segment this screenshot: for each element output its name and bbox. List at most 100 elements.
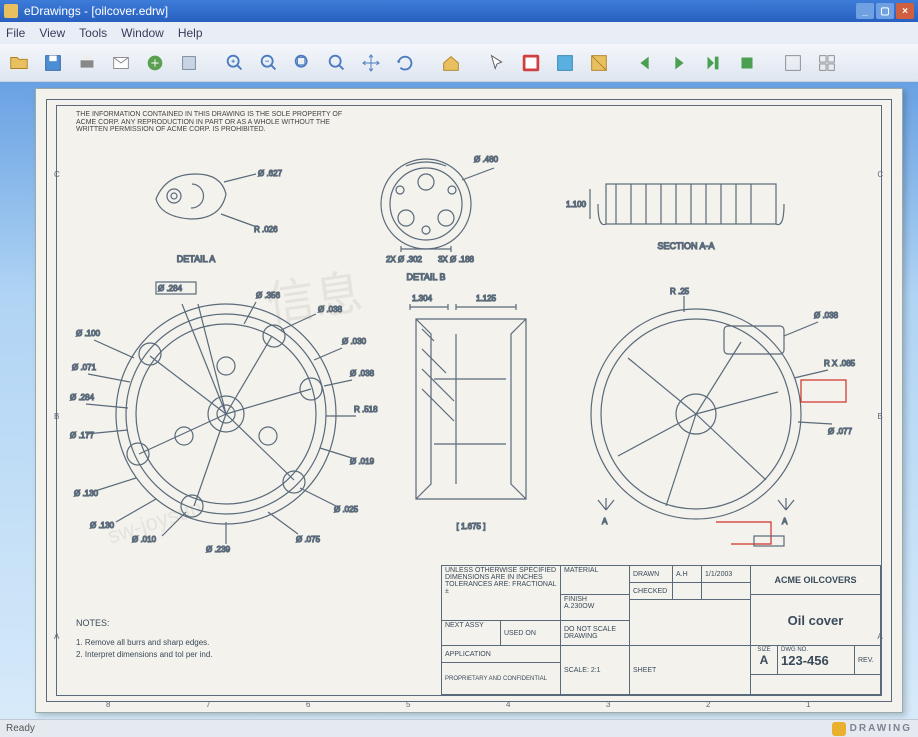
svg-text:R .25: R .25 (670, 287, 690, 296)
tb-dwgno: DWG NO. 123-456 (777, 645, 855, 675)
svg-text:Ø .177: Ø .177 (70, 431, 95, 440)
settings-icon[interactable] (174, 48, 204, 78)
disclaimer-l2: ACME CORP. ANY REPRODUCTION IN PART OR A… (76, 119, 342, 127)
view-side[interactable]: 1.304 1.125 [ 1.675 ] (386, 289, 556, 539)
pointer-icon[interactable] (482, 48, 512, 78)
minimize-button[interactable]: _ (856, 3, 874, 19)
save-icon[interactable] (38, 48, 68, 78)
svg-text:Ø .284: Ø .284 (70, 393, 95, 402)
tb-usedon: USED ON (500, 620, 561, 646)
svg-text:Ø .038: Ø .038 (814, 311, 839, 320)
layout-single-icon[interactable] (778, 48, 808, 78)
window-title: eDrawings - [oilcover.edrw] (24, 4, 168, 18)
menu-tools[interactable]: Tools (79, 26, 107, 40)
drawing-notes: NOTES: 1. Remove all burrs and sharp edg… (76, 618, 213, 662)
zoom-out-icon[interactable] (254, 48, 284, 78)
zoom-fit-icon[interactable] (288, 48, 318, 78)
tb-rev: REV. (854, 645, 881, 675)
svg-text:R .518: R .518 (354, 405, 378, 414)
status-ready: Ready (6, 723, 35, 734)
view-detail-b[interactable]: Ø .480 2X Ø .302 3X Ø .188 DETAIL B (346, 144, 516, 284)
disclaimer-l1: THE INFORMATION CONTAINED IN THIS DRAWIN… (76, 111, 342, 119)
tb-tol3: TOLERANCES ARE: FRACTIONAL ± (445, 581, 557, 595)
svg-text:1.304: 1.304 (412, 294, 433, 303)
workspace[interactable]: CBA CBA 876 543 21 THE INFORMATION CONTA… (0, 82, 918, 719)
drawing-sheet[interactable]: CBA CBA 876 543 21 THE INFORMATION CONTA… (35, 88, 903, 713)
window-controls: _ ▢ × (856, 3, 914, 19)
pan-icon[interactable] (356, 48, 386, 78)
tb-tol2: DIMENSIONS ARE IN INCHES (445, 574, 543, 581)
stop-icon[interactable] (732, 48, 762, 78)
disclaimer-l3: WRITTEN PERMISSION OF ACME CORP. IS PROH… (76, 126, 342, 134)
close-button[interactable]: × (896, 3, 914, 19)
print-icon[interactable] (72, 48, 102, 78)
svg-text:Ø .239: Ø .239 (206, 545, 231, 554)
title-block: UNLESS OTHERWISE SPECIFIED DIMENSIONS AR… (441, 565, 881, 695)
tb-bottom (750, 674, 881, 695)
brand-logo-icon (832, 722, 846, 736)
next-icon[interactable] (698, 48, 728, 78)
svg-text:R .026: R .026 (254, 225, 278, 234)
svg-text:1.100: 1.100 (566, 200, 587, 209)
svg-text:Ø .025: Ø .025 (334, 505, 359, 514)
tb-part: Oil cover (750, 594, 881, 646)
measure-icon[interactable] (516, 48, 546, 78)
email-icon[interactable] (106, 48, 136, 78)
layout-multi-icon[interactable] (812, 48, 842, 78)
svg-text:A: A (782, 517, 788, 526)
svg-text:[ 1.675 ]: [ 1.675 ] (457, 522, 486, 531)
app-icon (4, 4, 18, 18)
view-right[interactable]: R .25 Ø .038 R X .085 Ø .077 A A (566, 284, 846, 544)
menu-file[interactable]: File (6, 26, 25, 40)
menu-help[interactable]: Help (178, 26, 203, 40)
svg-text:Ø .480: Ø .480 (474, 155, 499, 164)
zoom-area-icon[interactable] (322, 48, 352, 78)
svg-text:Ø .038: Ø .038 (318, 305, 343, 314)
svg-text:R X .085: R X .085 (824, 359, 856, 368)
svg-text:Ø .038: Ø .038 (350, 369, 375, 378)
notes-heading: NOTES: (76, 618, 213, 628)
prev-icon[interactable] (630, 48, 660, 78)
note-2: 2. Interpret dimensions and tol per ind. (76, 650, 213, 659)
proprietary-note: THE INFORMATION CONTAINED IN THIS DRAWIN… (76, 111, 342, 134)
svg-text:Ø .077: Ø .077 (828, 427, 853, 436)
svg-text:Ø .284: Ø .284 (158, 284, 183, 293)
svg-text:Ø .100: Ø .100 (76, 329, 101, 338)
tb-checked-v (672, 582, 702, 600)
tb-blank (629, 599, 751, 646)
maximize-button[interactable]: ▢ (876, 3, 894, 19)
brand-badge: DRAWING (832, 722, 912, 736)
brand-text: DRAWING (850, 723, 912, 734)
toolbar (0, 44, 918, 82)
menu-view[interactable]: View (39, 26, 65, 40)
publish-icon[interactable] (140, 48, 170, 78)
zoom-in-icon[interactable] (220, 48, 250, 78)
view-section[interactable]: 1.100 SECTION A-A (566, 154, 816, 264)
home-icon[interactable] (436, 48, 466, 78)
tb-drawn-d: 1/1/2003 (701, 565, 751, 583)
tb-checked-d (701, 582, 751, 600)
svg-text:Ø .130: Ø .130 (74, 489, 99, 498)
svg-text:Ø .130: Ø .130 (90, 521, 115, 530)
svg-text:A: A (602, 517, 608, 526)
svg-text:Ø .030: Ø .030 (342, 337, 367, 346)
svg-text:DETAIL B: DETAIL B (406, 272, 445, 282)
svg-text:Ø .356: Ø .356 (256, 291, 281, 300)
rotate-icon[interactable] (390, 48, 420, 78)
markup-icon[interactable] (550, 48, 580, 78)
play-icon[interactable] (664, 48, 694, 78)
tb-dnsd: DO NOT SCALE DRAWING (560, 620, 630, 646)
svg-text:Ø .075: Ø .075 (296, 535, 321, 544)
menu-bar: File View Tools Window Help (0, 22, 918, 44)
view-front[interactable]: Ø .100 Ø .071 Ø .284 Ø .177 Ø .130 Ø .13… (76, 274, 366, 554)
open-icon[interactable] (4, 48, 34, 78)
menu-window[interactable]: Window (121, 26, 164, 40)
svg-text:Ø .071: Ø .071 (72, 363, 97, 372)
section-icon[interactable] (584, 48, 614, 78)
tb-drawn-v: A.H (672, 565, 702, 583)
tb-drawn-h: DRAWN (629, 565, 673, 583)
tb-nextassy-h: NEXT ASSY (445, 622, 484, 629)
note-1: 1. Remove all burrs and sharp edges. (76, 638, 213, 647)
svg-text:1.125: 1.125 (476, 294, 497, 303)
view-detail-a[interactable]: Ø .627 R .026 DETAIL A (126, 154, 286, 274)
